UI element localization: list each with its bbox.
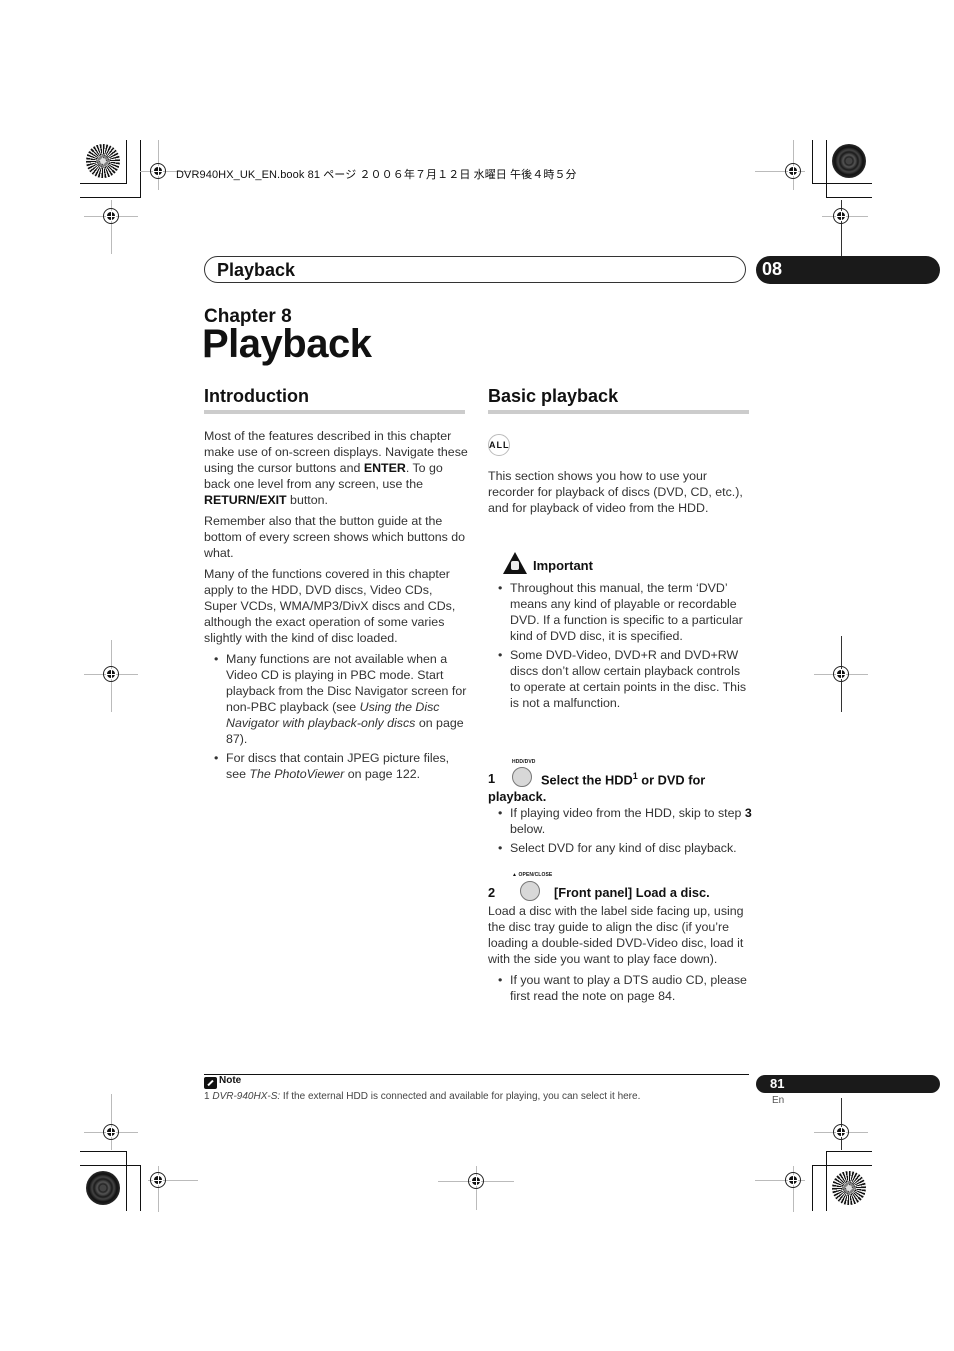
- hdd-dvd-button-icon: [512, 767, 532, 787]
- star-target-icon: [86, 144, 120, 178]
- crop-line: [126, 140, 127, 184]
- crop-line: [140, 140, 141, 198]
- crop-line: [80, 1165, 141, 1166]
- registration-mark-icon: [103, 666, 119, 682]
- chapter-tab-number: 08: [762, 259, 783, 279]
- list-item: Throughout this manual, the term ‘DVD’ m…: [488, 580, 752, 644]
- intro-paragraph: Most of the features described in this c…: [204, 428, 468, 508]
- text: below.: [510, 822, 546, 836]
- note-title: Note: [219, 1075, 242, 1086]
- introduction-body: Most of the features described in this c…: [204, 428, 468, 785]
- basic-playback-heading: Basic playback: [488, 386, 619, 406]
- open-close-button-icon: [520, 881, 540, 901]
- step-title-cont: playback.: [488, 789, 547, 804]
- footnote-number: 1: [204, 1091, 210, 1102]
- text: on page 122.: [344, 767, 421, 781]
- intro-paragraph: Remember also that the button guide at t…: [204, 514, 466, 560]
- intro-bullets: Many functions are not available when a …: [204, 651, 468, 782]
- hdd-dvd-button-label: HDD/DVD: [512, 759, 536, 765]
- crop-line: [126, 1151, 127, 1211]
- list-item: Select DVD for any kind of disc playback…: [488, 840, 752, 856]
- step-number: 2: [488, 885, 496, 900]
- open-close-button-label: ▲ OPEN/CLOSE: [512, 872, 553, 878]
- crop-line: [826, 1151, 827, 1211]
- registration-mark-icon: [468, 1173, 484, 1189]
- text: Select the HDD: [541, 772, 633, 788]
- star-target-icon: [832, 1171, 866, 1205]
- registration-mark-icon: [833, 1124, 849, 1140]
- page-number: 81: [770, 1076, 785, 1091]
- step-number: 1: [488, 771, 496, 786]
- crop-line: [80, 197, 141, 198]
- cross-reference: The PhotoViewer: [249, 767, 345, 781]
- crop-line: [80, 1151, 127, 1152]
- basic-playback-intro: This section shows you how to use your r…: [488, 469, 743, 515]
- registration-mark-icon: [833, 208, 849, 224]
- step-1-bullets: If playing video from the HDD, skip to s…: [488, 805, 752, 859]
- registration-mark-icon: [103, 208, 119, 224]
- important-warning-icon: [503, 552, 527, 574]
- text: button.: [286, 493, 328, 507]
- crop-line: [812, 140, 813, 184]
- registration-mark-icon: [103, 1124, 119, 1140]
- registration-mark-icon: [150, 1172, 166, 1188]
- list-item: If you want to play a DTS audio CD, plea…: [488, 972, 752, 1004]
- all-discs-badge: ALL: [488, 434, 510, 456]
- step-ref: 3: [744, 806, 752, 820]
- running-header-title: Playback: [217, 260, 296, 280]
- crop-line: [140, 1165, 141, 1211]
- step-title: Select the HDD1 or DVD for: [541, 771, 705, 787]
- list-item: Some DVD-Video, DVD+R and DVD+RW discs d…: [488, 647, 752, 711]
- return-exit-button-ref: RETURN/EXIT: [204, 493, 287, 507]
- important-list: Throughout this manual, the term ‘DVD’ m…: [488, 580, 752, 714]
- step-2-body: Load a disc with the label side facing u…: [488, 903, 752, 1007]
- list-item: For discs that contain JPEG picture file…: [204, 750, 468, 782]
- registration-mark-icon: [785, 1172, 801, 1188]
- enter-button-ref: ENTER: [363, 461, 406, 475]
- intro-paragraph: Many of the functions covered in this ch…: [204, 567, 456, 645]
- crop-line: [812, 183, 872, 184]
- page-language: En: [772, 1095, 785, 1106]
- text: If the external HDD is connected and ava…: [280, 1091, 641, 1102]
- running-header-section: Playback: [204, 256, 746, 283]
- target-disc-icon: [86, 1171, 120, 1205]
- footnote-rule: [204, 1074, 749, 1075]
- crop-line: [812, 1165, 872, 1166]
- footnote-text: 1 DVR-940HX-S: If the external HDD is co…: [204, 1091, 640, 1102]
- heading-rule: [204, 410, 465, 414]
- step-paragraph: Load a disc with the label side facing u…: [488, 904, 744, 966]
- page-number-tab: 81: [756, 1075, 940, 1093]
- step-title: [Front panel] Load a disc.: [554, 885, 710, 900]
- chapter-tab: 08: [756, 256, 940, 284]
- crop-line: [80, 183, 127, 184]
- list-item: Many functions are not available when a …: [204, 651, 468, 747]
- crop-line: [812, 1165, 813, 1211]
- target-disc-icon: [832, 144, 866, 178]
- heading-rule: [488, 410, 749, 414]
- text: If playing video from the HDD, skip to s…: [510, 806, 745, 820]
- print-file-info: DVR940HX_UK_EN.book 81 ページ ２００６年７月１２日 水曜…: [176, 169, 577, 181]
- page-title: Playback: [202, 322, 372, 366]
- model-name: DVR-940HX-S:: [212, 1091, 281, 1102]
- important-title: Important: [533, 558, 593, 573]
- registration-mark-icon: [785, 163, 801, 179]
- note-pencil-icon: [204, 1077, 217, 1089]
- registration-mark-icon: [833, 666, 849, 682]
- registration-mark-icon: [150, 163, 166, 179]
- list-item: If playing video from the HDD, skip to s…: [488, 805, 752, 837]
- text: or DVD for: [637, 772, 706, 788]
- crop-line: [826, 140, 827, 198]
- crop-line: [826, 1151, 872, 1152]
- crop-line: [841, 1098, 842, 1112]
- crop-line: [826, 197, 872, 198]
- introduction-heading: Introduction: [204, 386, 309, 406]
